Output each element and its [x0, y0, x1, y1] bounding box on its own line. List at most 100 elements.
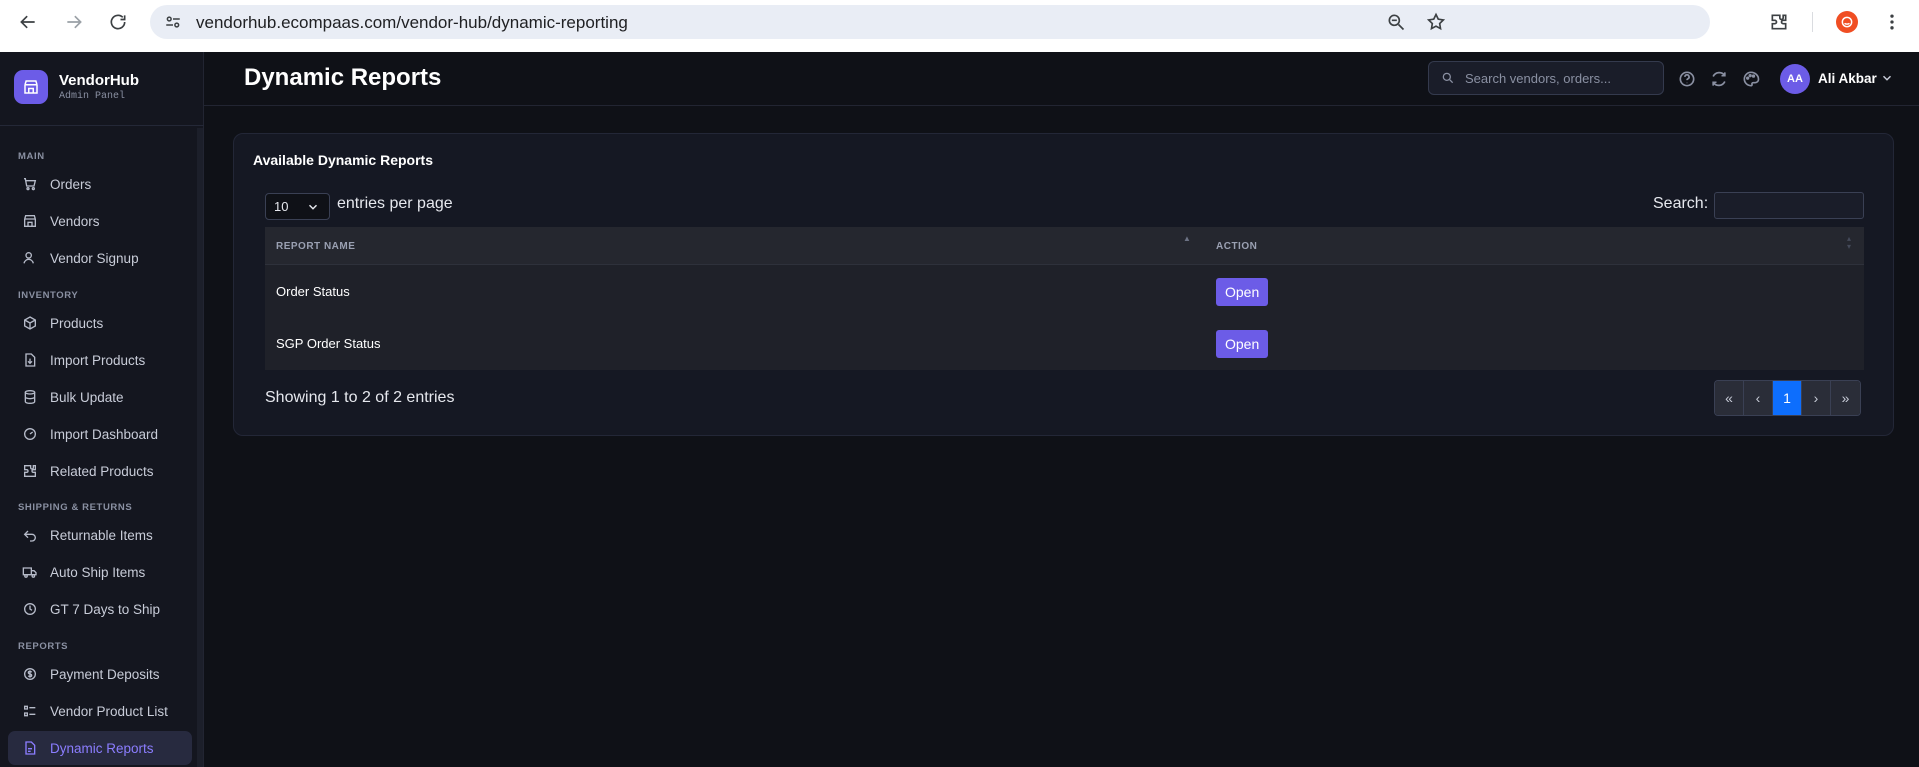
browser-toolbar: vendorhub.ecompaas.com/vendor-hub/dynami… [0, 0, 1919, 52]
back-arrow-icon[interactable] [16, 10, 40, 34]
cart-icon [24, 178, 37, 191]
section-label-reports: REPORTS [18, 641, 69, 652]
open-report-button[interactable]: Open [1216, 278, 1269, 306]
clock-icon [24, 603, 36, 615]
table-search-input[interactable] [1714, 192, 1864, 219]
help-icon[interactable] [1677, 69, 1697, 89]
pagination-last-button[interactable]: » [1831, 381, 1860, 415]
brand-name: VendorHub [59, 72, 140, 89]
sidebar-item-label: Vendors [50, 213, 100, 229]
sidebar-divider [0, 125, 204, 126]
table-search-label: Search: [1653, 195, 1709, 212]
refresh-icon[interactable] [1709, 69, 1729, 89]
truck-icon [22, 567, 37, 578]
sidebar-item-orders[interactable]: Orders [8, 167, 192, 201]
bookmark-star-icon[interactable] [1426, 12, 1446, 32]
column-header-action[interactable]: ACTION [1216, 241, 1257, 252]
sidebar-item-label: Products [50, 315, 104, 331]
chevron-down-icon [308, 204, 318, 210]
entries-per-page-select[interactable]: 10 [265, 193, 330, 220]
sidebar-item-import-dashboard[interactable]: Import Dashboard [8, 417, 192, 451]
store-logo-icon [14, 70, 48, 104]
sidebar-item-label: Import Dashboard [50, 426, 159, 442]
global-search[interactable] [1428, 61, 1664, 95]
section-label-main: MAIN [18, 151, 45, 162]
column-header-report-name[interactable]: REPORT NAME [276, 241, 355, 252]
sidebar-item-label: GT 7 Days to Ship [50, 601, 161, 617]
sidebar-item-label: Import Products [50, 352, 146, 368]
sidebar-item-label: Vendor Product List [50, 703, 168, 719]
return-arrow-icon [23, 530, 36, 542]
pagination-page-1-button[interactable]: 1 [1773, 381, 1802, 415]
brand[interactable]: VendorHub Admin Panel [14, 70, 139, 104]
sidebar-item-dynamic-reports[interactable]: Dynamic Reports [8, 731, 192, 765]
table-row: SGP Order Status Open [265, 318, 1864, 370]
forward-arrow-icon[interactable] [62, 10, 86, 34]
palette-icon[interactable] [1741, 69, 1761, 89]
section-label-shipping-returns: SHIPPING & RETURNS [18, 502, 133, 513]
sidebar-item-auto-ship-items[interactable]: Auto Ship Items [8, 555, 192, 589]
pagination-next-button[interactable]: › [1802, 381, 1831, 415]
chevron-down-icon[interactable] [1880, 71, 1894, 85]
top-header: Dynamic Reports AA Ali Akbar [204, 52, 1919, 106]
profile-avatar-icon[interactable] [1836, 11, 1858, 33]
reports-card: Available Dynamic Reports 10 entries per… [233, 133, 1894, 436]
sidebar-item-label: Vendor Signup [50, 250, 139, 266]
box-icon [24, 316, 36, 330]
open-report-button[interactable]: Open [1216, 330, 1269, 358]
address-url[interactable]: vendorhub.ecompaas.com/vendor-hub/dynami… [196, 13, 628, 33]
sort-neutral-icon[interactable]: ▴ ▾ [1847, 235, 1851, 251]
sidebar-item-related-products[interactable]: Related Products [8, 454, 192, 488]
gauge-icon [24, 428, 36, 440]
sidebar-item-vendors[interactable]: Vendors [8, 204, 192, 238]
toolbar-separator [1812, 12, 1813, 32]
sidebar-item-vendor-signup[interactable]: Vendor Signup [8, 241, 192, 275]
table-row: Order Status Open [265, 266, 1864, 318]
pagination-previous-button[interactable]: ‹ [1744, 381, 1773, 415]
sidebar-item-vendor-product-list[interactable]: Vendor Product List [8, 694, 192, 728]
table-header: REPORT NAME ▲ ACTION ▴ ▾ [265, 227, 1864, 265]
section-label-inventory: INVENTORY [18, 290, 79, 301]
entries-per-page-value: 10 [274, 199, 289, 214]
sidebar-item-gt-7-days-to-ship[interactable]: GT 7 Days to Ship [8, 592, 192, 626]
report-icon [25, 741, 36, 755]
dollar-circle-icon [24, 668, 36, 680]
reports-table: REPORT NAME ▲ ACTION ▴ ▾ Order Status Ope… [265, 227, 1864, 370]
zoom-icon[interactable] [1386, 12, 1406, 32]
sidebar-item-label: Returnable Items [50, 527, 153, 543]
sidebar-item-returnable-items[interactable]: Returnable Items [8, 518, 192, 552]
sidebar-item-products[interactable]: Products [8, 306, 192, 340]
sort-asc-icon[interactable]: ▲ [1183, 235, 1191, 243]
reload-icon[interactable] [106, 10, 130, 34]
puzzle-icon [24, 465, 36, 477]
search-icon [1442, 72, 1454, 84]
sidebar-item-payment-deposits[interactable]: Payment Deposits [8, 657, 192, 691]
sidebar-item-bulk-update[interactable]: Bulk Update [8, 380, 192, 414]
report-name-cell: SGP Order Status [276, 336, 381, 351]
store-icon [24, 215, 36, 227]
database-icon [24, 390, 36, 405]
list-icon [24, 705, 36, 717]
report-name-cell: Order Status [276, 284, 350, 299]
sidebar-item-label: Bulk Update [50, 389, 124, 405]
address-bar[interactable]: vendorhub.ecompaas.com/vendor-hub/dynami… [150, 5, 1710, 39]
sidebar: VendorHub Admin Panel MAIN Orders Vendor… [0, 52, 204, 767]
browser-menu-icon[interactable] [1880, 10, 1904, 34]
card-title: Available Dynamic Reports [253, 152, 433, 168]
extensions-puzzle-icon[interactable] [1767, 10, 1791, 34]
page-title: Dynamic Reports [244, 64, 442, 91]
entries-per-page-label: entries per page [337, 195, 453, 212]
sidebar-item-label: Related Products [50, 463, 154, 479]
sidebar-item-import-products[interactable]: Import Products [8, 343, 192, 377]
user-plus-icon [23, 252, 34, 264]
site-info-icon[interactable] [164, 13, 182, 31]
user-name[interactable]: Ali Akbar [1818, 71, 1877, 86]
sidebar-scrollbar[interactable] [197, 128, 203, 767]
sidebar-item-label: Orders [50, 176, 92, 192]
pagination: « ‹ 1 › » [1714, 380, 1861, 416]
avatar[interactable]: AA [1780, 64, 1810, 94]
pagination-first-button[interactable]: « [1715, 381, 1744, 415]
sidebar-item-label: Payment Deposits [50, 666, 160, 682]
search-input[interactable] [1465, 70, 1655, 86]
file-import-icon [25, 353, 36, 367]
